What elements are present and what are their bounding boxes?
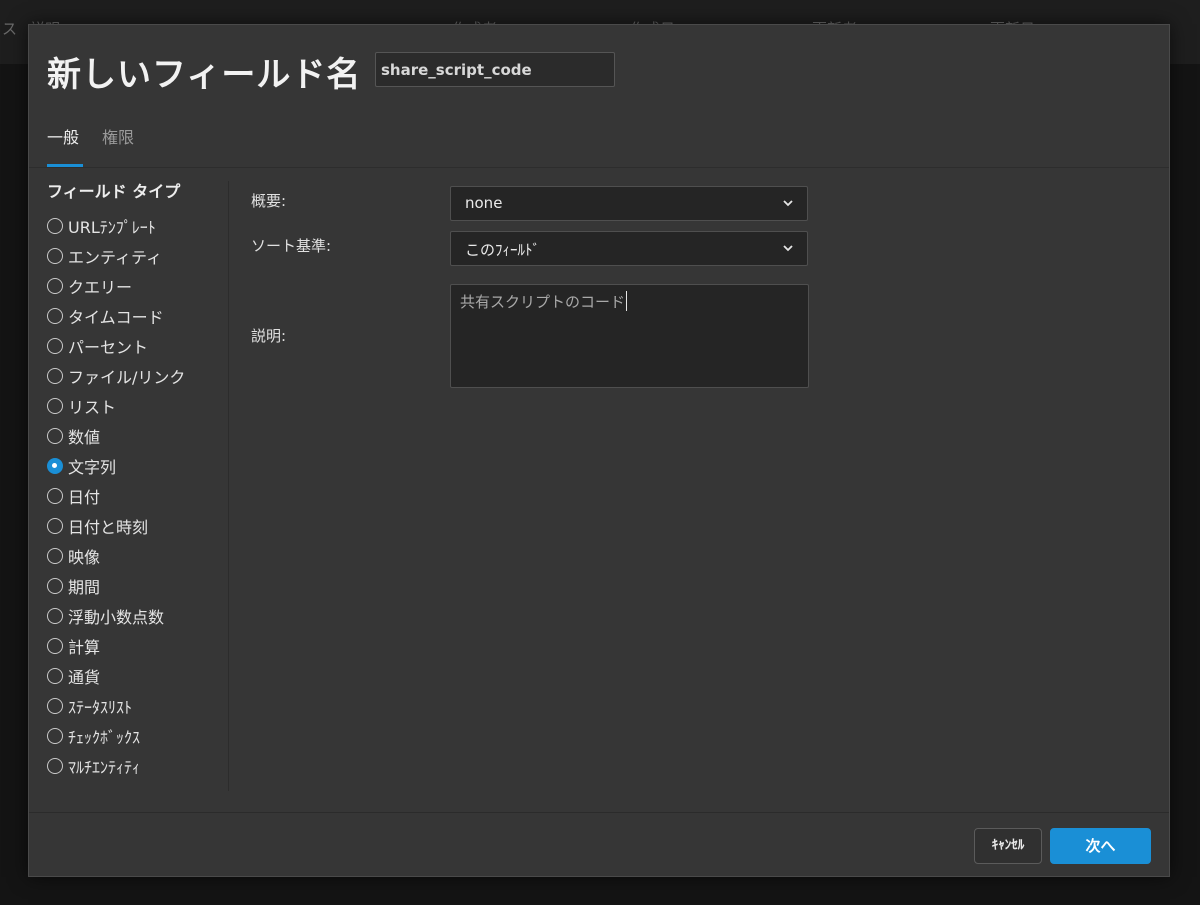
chevron-down-icon: [783, 245, 793, 252]
header-divider: [29, 167, 1169, 168]
field-type-option[interactable]: リスト: [47, 391, 227, 421]
field-type-list: URLﾃﾝﾌﾟﾚｰﾄ エンティティ クエリータイムコード パーセントファイル/リンクリ…: [47, 211, 227, 781]
next-button[interactable]: 次へ: [1050, 828, 1151, 864]
radio-unchecked-icon[interactable]: [47, 518, 63, 534]
field-type-option[interactable]: 文字列: [47, 451, 227, 481]
field-type-option[interactable]: 期間: [47, 571, 227, 601]
field-type-option[interactable]: URLﾃﾝﾌﾟﾚｰﾄ: [47, 211, 227, 241]
radio-unchecked-icon[interactable]: [47, 698, 63, 714]
chevron-down-icon: [783, 200, 793, 207]
field-type-option-label: 期間: [68, 578, 101, 597]
field-type-option[interactable]: 日付: [47, 481, 227, 511]
field-type-option-label: エンティティ: [68, 248, 163, 267]
radio-unchecked-icon[interactable]: [47, 488, 63, 504]
sort-label: ソート基準:: [251, 237, 332, 255]
tab-permissions[interactable]: 権限: [102, 125, 134, 165]
radio-unchecked-icon[interactable]: [47, 638, 63, 654]
field-type-option-label: ﾏﾙﾁｴﾝﾃｨﾃｨ: [68, 758, 141, 777]
radio-unchecked-icon[interactable]: [47, 608, 63, 624]
field-type-sidebar: フィールド タイプ URLﾃﾝﾌﾟﾚｰﾄ エンティティ クエリータイムコード パーセン…: [47, 181, 227, 781]
field-type-title: フィールド タイプ: [47, 182, 181, 201]
field-type-option-label: 通貨: [68, 668, 101, 687]
description-textarea[interactable]: 共有スクリプトのコード: [450, 284, 809, 388]
field-type-option[interactable]: 映像: [47, 541, 227, 571]
field-type-option-label: 計算: [68, 638, 101, 657]
radio-unchecked-icon[interactable]: [47, 248, 63, 264]
field-type-option-label: リスト: [68, 398, 117, 417]
radio-checked-icon[interactable]: [47, 458, 63, 474]
field-type-option-label: 浮動小数点数: [68, 608, 165, 627]
radio-unchecked-icon[interactable]: [47, 338, 63, 354]
field-type-option-label: パーセント: [68, 338, 149, 357]
description-label: 説明:: [251, 327, 287, 345]
footer-divider: [29, 812, 1169, 813]
field-type-option[interactable]: ﾁｪｯｸﾎﾞｯｸｽ: [47, 721, 227, 751]
radio-unchecked-icon[interactable]: [47, 308, 63, 324]
radio-unchecked-icon[interactable]: [47, 578, 63, 594]
field-type-option[interactable]: エンティティ: [47, 241, 227, 271]
radio-unchecked-icon[interactable]: [47, 728, 63, 744]
field-type-option-label: URLﾃﾝﾌﾟﾚｰﾄ: [68, 218, 156, 237]
sort-select-value: このﾌｨｰﾙﾄﾞ: [465, 241, 541, 259]
radio-unchecked-icon[interactable]: [47, 668, 63, 684]
summary-select-value: none: [465, 194, 503, 212]
radio-unchecked-icon[interactable]: [47, 368, 63, 384]
field-type-option-label: クエリー: [68, 278, 133, 297]
dialog-title: 新しいフィールド名: [47, 55, 362, 95]
text-caret: [626, 291, 628, 311]
field-type-option-label: 文字列: [68, 458, 117, 477]
field-type-option[interactable]: ﾏﾙﾁｴﾝﾃｨﾃｨ: [47, 751, 227, 781]
sidebar-divider: [228, 181, 229, 791]
radio-unchecked-icon[interactable]: [47, 428, 63, 444]
background-header-text: ス: [2, 20, 18, 38]
summary-select[interactable]: none: [450, 186, 808, 221]
field-type-option-label: 数値: [68, 428, 101, 447]
radio-unchecked-icon[interactable]: [47, 278, 63, 294]
field-type-option[interactable]: 通貨: [47, 661, 227, 691]
summary-label: 概要:: [251, 192, 287, 210]
field-name-input[interactable]: [375, 52, 615, 87]
field-type-option-label: 日付: [68, 488, 101, 507]
new-field-dialog: 新しいフィールド名 一般 権限 フィールド タイプ URLﾃﾝﾌﾟﾚｰﾄ エンティ…: [28, 24, 1170, 877]
field-type-option-label: ｽﾃｰﾀｽﾘｽﾄ: [68, 698, 133, 717]
field-type-option[interactable]: 数値: [47, 421, 227, 451]
field-type-option-label: 映像: [68, 548, 101, 567]
field-type-option[interactable]: 計算: [47, 631, 227, 661]
dialog-header: 新しいフィールド名 一般 権限: [29, 25, 1169, 167]
field-type-option[interactable]: クエリー: [47, 271, 227, 301]
description-text: 共有スクリプトのコード: [460, 293, 626, 311]
field-type-option-label: 日付と時刻: [68, 518, 149, 537]
field-type-option[interactable]: ファイル/リンク: [47, 361, 227, 391]
field-type-option[interactable]: 浮動小数点数: [47, 601, 227, 631]
radio-unchecked-icon[interactable]: [47, 758, 63, 774]
field-type-option-label: タイムコード: [68, 308, 164, 327]
field-type-option[interactable]: 日付と時刻: [47, 511, 227, 541]
field-type-option[interactable]: ｽﾃｰﾀｽﾘｽﾄ: [47, 691, 227, 721]
radio-unchecked-icon[interactable]: [47, 398, 63, 414]
field-type-option[interactable]: パーセント: [47, 331, 227, 361]
tab-general[interactable]: 一般: [47, 125, 83, 167]
radio-unchecked-icon[interactable]: [47, 548, 63, 564]
field-type-option-label: ﾁｪｯｸﾎﾞｯｸｽ: [68, 728, 141, 747]
field-type-option[interactable]: タイムコード: [47, 301, 227, 331]
sort-select[interactable]: このﾌｨｰﾙﾄﾞ: [450, 231, 808, 266]
radio-unchecked-icon[interactable]: [47, 218, 63, 234]
field-type-option-label: ファイル/リンク: [68, 368, 186, 387]
cancel-button[interactable]: ｷｬﾝｾﾙ: [974, 828, 1042, 864]
